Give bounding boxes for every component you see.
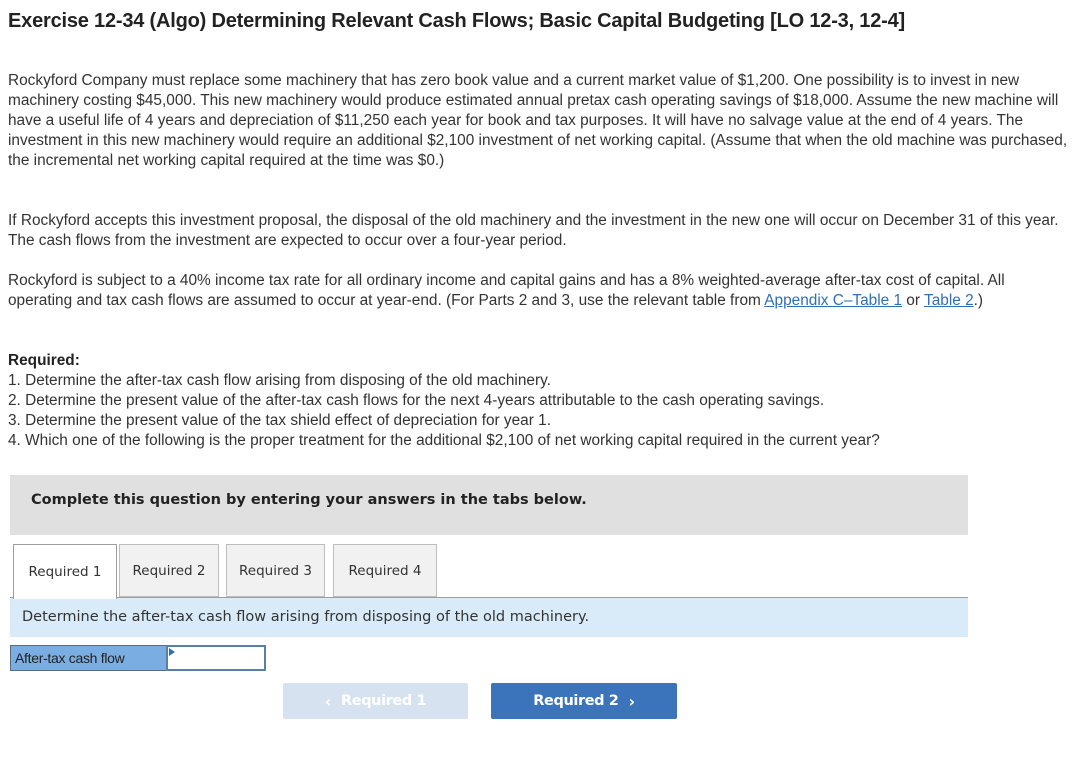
required-item: 4. Which one of the following is the pro… xyxy=(8,432,880,449)
required-item: 3. Determine the present value of the ta… xyxy=(8,412,551,429)
next-button-label: Required 2 xyxy=(533,693,619,709)
paragraph-3-end: .) xyxy=(973,292,984,309)
tab-required-4[interactable]: Required 4 xyxy=(333,544,437,597)
required-heading: Required: xyxy=(8,352,80,369)
tab-prompt-text: Determine the after-tax cash flow arisin… xyxy=(22,609,590,625)
required-item: 2. Determine the present value of the af… xyxy=(8,392,825,409)
tab-required-1[interactable]: Required 1 xyxy=(13,544,117,599)
instructions-text: Complete this question by entering your … xyxy=(31,492,587,508)
required-item: 1. Determine the after-tax cash flow ari… xyxy=(8,372,551,389)
table-2-link[interactable]: Table 2 xyxy=(924,292,974,309)
after-tax-cash-flow-input[interactable] xyxy=(166,645,266,671)
chevron-left-icon: ‹ xyxy=(324,691,332,711)
page-title: Exercise 12-34 (Algo) Determining Releva… xyxy=(8,10,905,32)
appendix-c-table-1-link[interactable]: Appendix C–Table 1 xyxy=(764,292,902,309)
instructions-box: Complete this question by entering your … xyxy=(10,475,968,535)
tab-prompt-bar: Determine the after-tax cash flow arisin… xyxy=(10,597,968,637)
required-section: Required: 1. Determine the after-tax cas… xyxy=(8,351,1070,451)
tab-required-3[interactable]: Required 3 xyxy=(226,544,325,597)
previous-required-button: ‹ Required 1 xyxy=(283,683,468,719)
previous-button-label: Required 1 xyxy=(341,693,427,709)
after-tax-cash-flow-label: After-tax cash flow xyxy=(10,645,166,671)
input-marker-icon xyxy=(169,648,175,656)
paragraph-3-or: or xyxy=(902,292,924,309)
problem-paragraph-2: If Rockyford accepts this investment pro… xyxy=(8,212,1059,249)
problem-paragraph-3: Rockyford is subject to a 40% income tax… xyxy=(8,271,1070,311)
chevron-right-icon: › xyxy=(628,691,635,711)
next-required-button[interactable]: Required 2 › xyxy=(491,683,677,719)
problem-paragraph-1: Rockyford Company must replace some mach… xyxy=(8,72,1068,169)
tab-required-2[interactable]: Required 2 xyxy=(119,544,219,597)
